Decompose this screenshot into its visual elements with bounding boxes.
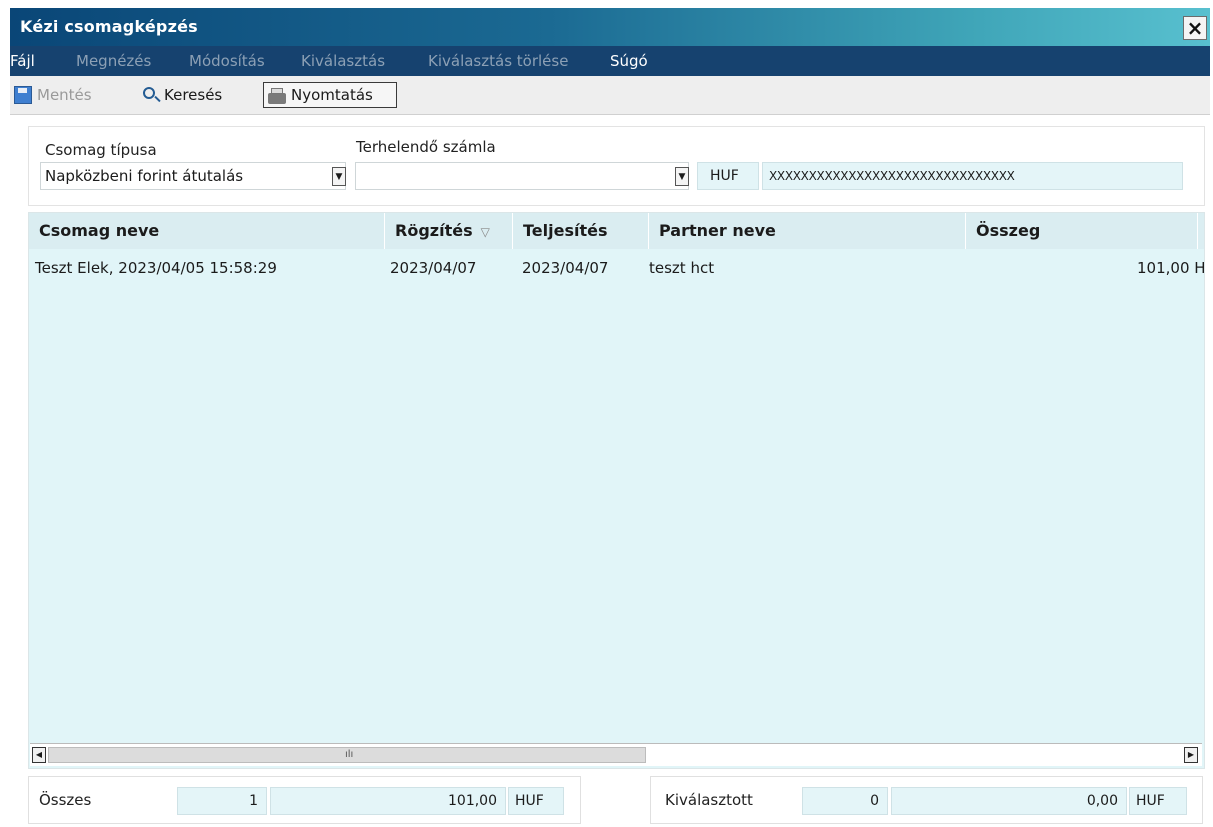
total-amount: 101,00 bbox=[270, 787, 506, 815]
column-header-fulfilled-label: Teljesítés bbox=[523, 221, 608, 240]
cell-fulfilled: 2023/04/07 bbox=[522, 259, 609, 277]
total-count: 1 bbox=[177, 787, 267, 815]
save-label: Mentés bbox=[37, 86, 92, 104]
account-select[interactable]: ▼ bbox=[355, 162, 689, 190]
column-header-fulfilled[interactable]: Teljesítés bbox=[513, 213, 649, 249]
grip-icon: ılı bbox=[345, 749, 354, 760]
column-header-recorded-label: Rögzítés bbox=[395, 221, 473, 240]
menu-clear-selection[interactable]: Kiválasztás törlése bbox=[428, 52, 568, 70]
selected-currency: HUF bbox=[1129, 787, 1187, 815]
title-bar: Kézi csomagképzés × bbox=[10, 8, 1210, 46]
menu-help[interactable]: Súgó bbox=[610, 52, 648, 70]
column-header-amount[interactable]: Összeg bbox=[966, 213, 1198, 249]
selected-count: 0 bbox=[802, 787, 888, 815]
column-header-name[interactable]: Csomag neve bbox=[29, 213, 385, 249]
print-button[interactable]: Nyomtatás bbox=[263, 82, 397, 108]
selected-amount: 0,00 bbox=[891, 787, 1127, 815]
menu-bar: Fájl Megnézés Módosítás Kiválasztás Kivá… bbox=[10, 46, 1210, 76]
horizontal-scrollbar[interactable]: ◀ ılı ▶ bbox=[30, 743, 1202, 766]
cell-amount: 101,00 H bbox=[1137, 259, 1205, 277]
sort-desc-icon: ▽ bbox=[480, 225, 490, 239]
selected-summary: Kiválasztott 0 0,00 HUF bbox=[650, 776, 1203, 824]
scroll-left-icon[interactable]: ◀ bbox=[32, 747, 46, 763]
column-header-amount-label: Összeg bbox=[976, 221, 1041, 240]
package-type-select[interactable]: Napközbeni forint átutalás ▼ bbox=[40, 162, 346, 190]
scroll-right-icon[interactable]: ▶ bbox=[1184, 747, 1198, 763]
printer-icon bbox=[268, 87, 286, 104]
menu-view[interactable]: Megnézés bbox=[76, 52, 151, 70]
search-label: Keresés bbox=[164, 86, 223, 104]
grid-header: Csomag neve Rögzítés ▽ Teljesítés Partner… bbox=[29, 213, 1204, 249]
close-button[interactable]: × bbox=[1183, 16, 1207, 40]
menu-file[interactable]: Fájl bbox=[10, 52, 35, 70]
toolbar: Mentés Keresés Nyomtatás bbox=[10, 76, 1210, 115]
total-label: Összes bbox=[39, 791, 92, 809]
column-header-partner-label: Partner neve bbox=[659, 221, 776, 240]
app-window: Kézi csomagképzés × Fájl Megnézés Módosí… bbox=[10, 8, 1210, 824]
package-grid: Csomag neve Rögzítés ▽ Teljesítés Partner… bbox=[28, 212, 1205, 769]
save-button[interactable]: Mentés bbox=[14, 82, 92, 108]
package-type-value: Napközbeni forint átutalás bbox=[45, 167, 244, 185]
cell-partner: teszt hct bbox=[649, 259, 715, 277]
search-icon bbox=[143, 87, 155, 99]
total-summary: Összes 1 101,00 HUF bbox=[28, 776, 581, 824]
filter-panel: Csomag típusa Napközbeni forint átutalás… bbox=[28, 126, 1205, 206]
column-header-name-label: Csomag neve bbox=[39, 221, 160, 240]
selected-label: Kiválasztott bbox=[665, 791, 753, 809]
save-icon bbox=[14, 86, 32, 104]
print-label: Nyomtatás bbox=[291, 86, 373, 104]
chevron-down-icon[interactable]: ▼ bbox=[675, 167, 689, 186]
account-number-field: XXXXXXXXXXXXXXXXXXXXXXXXXXXXXXX bbox=[762, 162, 1183, 190]
total-currency: HUF bbox=[508, 787, 564, 815]
currency-field: HUF bbox=[697, 162, 759, 190]
account-label: Terhelendő számla bbox=[356, 138, 496, 156]
package-type-label: Csomag típusa bbox=[45, 141, 157, 159]
menu-select[interactable]: Kiválasztás bbox=[301, 52, 385, 70]
search-button[interactable]: Keresés bbox=[143, 82, 222, 108]
column-header-recorded[interactable]: Rögzítés ▽ bbox=[385, 213, 513, 249]
cell-name: Teszt Elek, 2023/04/05 15:58:29 bbox=[35, 259, 277, 277]
menu-modify[interactable]: Módosítás bbox=[189, 52, 265, 70]
column-header-partner[interactable]: Partner neve bbox=[649, 213, 966, 249]
window-title: Kézi csomagképzés bbox=[20, 17, 198, 36]
cell-recorded: 2023/04/07 bbox=[390, 259, 477, 277]
chevron-down-icon[interactable]: ▼ bbox=[332, 167, 346, 186]
scrollbar-thumb[interactable]: ılı bbox=[48, 747, 646, 763]
